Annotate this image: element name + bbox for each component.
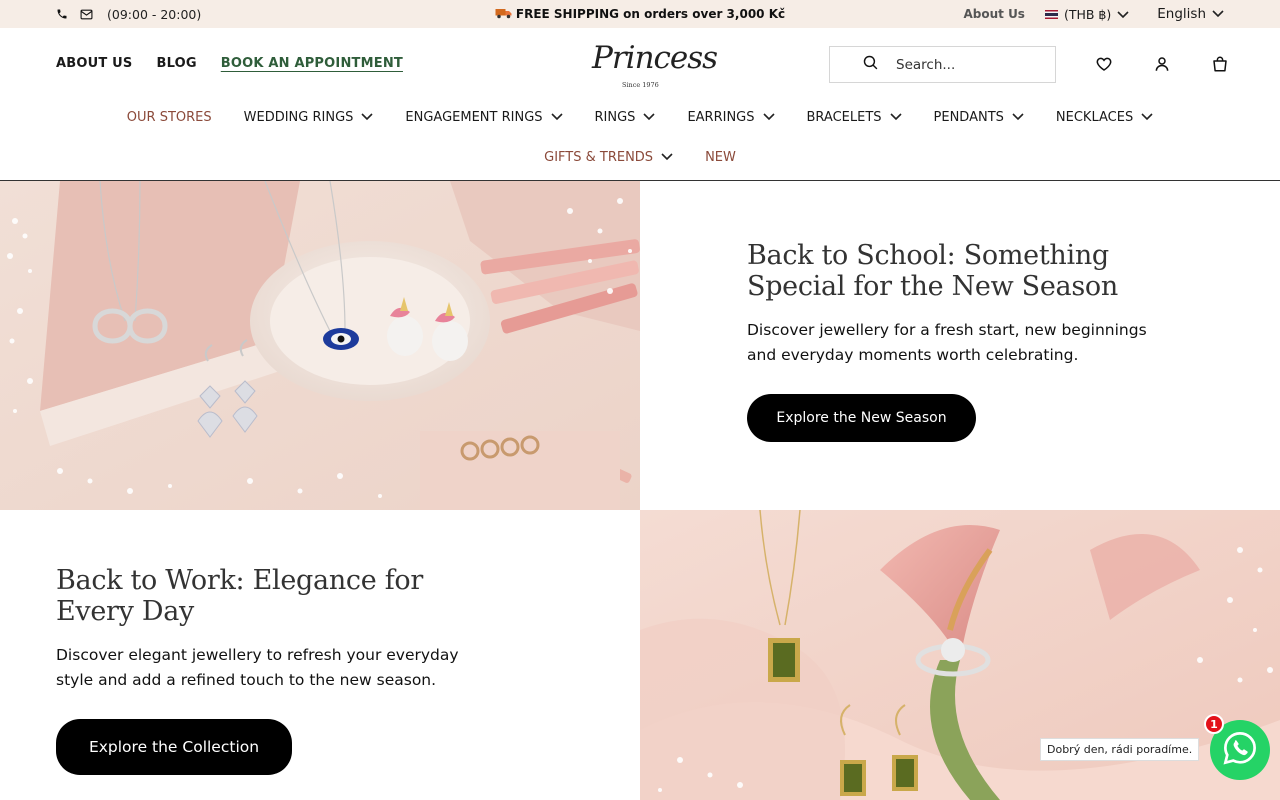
site-header: ABOUT US BLOG BOOK AN APPOINTMENT Prince… (0, 28, 1280, 181)
menu-label: GIFTS & TRENDS (544, 150, 654, 165)
chat-notification-badge: 1 (1204, 714, 1224, 734)
about-us-link[interactable]: About Us (963, 7, 1024, 21)
menu-label: NEW (705, 150, 736, 165)
chat-greeting[interactable]: Dobrý den, rádi poradíme. (1040, 738, 1200, 761)
search-icon (862, 54, 879, 75)
promo-title: Back to School: Something Special for th… (747, 240, 1118, 302)
search-placeholder: Search... (896, 56, 956, 73)
menu-label: RINGS (594, 110, 636, 125)
phone-icon[interactable] (56, 8, 68, 20)
menu-label: PENDANTS (933, 110, 1004, 125)
user-icon[interactable] (1153, 55, 1171, 73)
whatsapp-icon (1222, 730, 1258, 770)
main-menu-row-2: GIFTS & TRENDS NEW (0, 150, 1280, 165)
princess-logo[interactable]: Princess Since 1976 (588, 40, 718, 92)
promo-description: Discover elegant jewellery to refresh yo… (56, 646, 459, 689)
contact-info: (09:00 - 20:00) (56, 0, 201, 28)
chevron-down-icon (762, 110, 775, 125)
menu-bracelets[interactable]: BRACELETS (807, 110, 902, 125)
chevron-down-icon (1141, 110, 1153, 125)
main-menu: OUR STORES WEDDING RINGS ENGAGEMENT RING… (0, 110, 1280, 125)
logo-since: Since 1976 (622, 81, 659, 89)
menu-engagement-rings[interactable]: ENGAGEMENT RINGS (405, 110, 563, 125)
nav-book-appointment[interactable]: BOOK AN APPOINTMENT (221, 56, 403, 71)
menu-label: NECKLACES (1055, 110, 1134, 125)
currency-selector[interactable]: (THB ฿) (1044, 6, 1129, 22)
promo-description: Discover jewellery for a fresh start, ne… (747, 321, 1147, 364)
header-nav: ABOUT US BLOG BOOK AN APPOINTMENT (56, 56, 403, 71)
logo-wordmark: Princess (592, 40, 718, 76)
menu-gifts-trends[interactable]: GIFTS & TRENDS (544, 150, 673, 165)
chevron-down-icon (361, 110, 373, 125)
chevron-down-icon (1117, 7, 1129, 22)
menu-label: EARRINGS (687, 110, 755, 125)
thai-flag-icon (1044, 9, 1058, 19)
header-icons (1095, 55, 1229, 73)
menu-label: BRACELETS (806, 110, 882, 125)
opening-hours: (09:00 - 20:00) (107, 6, 202, 22)
menu-necklaces[interactable]: NECKLACES (1056, 110, 1153, 125)
chevron-down-icon (550, 110, 563, 125)
menu-label: ENGAGEMENT RINGS (405, 110, 543, 125)
menu-label: OUR STORES (126, 110, 212, 125)
language-label: English (1157, 6, 1206, 22)
shopping-bag-icon[interactable] (1211, 55, 1229, 73)
language-selector[interactable]: English (1157, 6, 1224, 22)
nav-blog[interactable]: BLOG (157, 56, 197, 71)
currency-label: (THB ฿) (1063, 6, 1112, 22)
explore-new-season-button[interactable]: Explore the New Season (747, 394, 976, 442)
menu-rings[interactable]: RINGS (595, 110, 656, 125)
chevron-down-icon (661, 150, 673, 165)
menu-our-stores[interactable]: OUR STORES (127, 110, 212, 125)
chevron-down-icon (1012, 110, 1024, 125)
shipping-text: FREE SHIPPING on orders over 3,000 Kč (515, 7, 786, 21)
promo-title: Back to Work: Elegance for Every Day (56, 565, 423, 627)
promo-back-to-school: Back to School: Something Special for th… (747, 240, 1167, 368)
back-to-school-image[interactable] (0, 181, 640, 510)
top-bar: (09:00 - 20:00) FREE SHIPPING on orders … (0, 0, 1280, 28)
menu-wedding-rings[interactable]: WEDDING RINGS (244, 110, 374, 125)
nav-about-us[interactable]: ABOUT US (56, 56, 133, 71)
chevron-down-icon (1212, 6, 1224, 22)
heart-icon[interactable] (1095, 55, 1113, 73)
explore-collection-button[interactable]: Explore the Collection (56, 719, 292, 775)
menu-label: WEDDING RINGS (243, 110, 354, 125)
truck-icon (495, 7, 512, 22)
promo-back-to-work: Back to Work: Elegance for Every Day Dis… (56, 565, 496, 693)
chevron-down-icon (643, 110, 656, 125)
menu-earrings[interactable]: EARRINGS (687, 110, 775, 125)
chevron-down-icon (889, 110, 902, 125)
search-input[interactable]: Search... (829, 46, 1056, 83)
menu-new[interactable]: NEW (705, 150, 736, 165)
mail-icon[interactable] (80, 9, 93, 20)
menu-pendants[interactable]: PENDANTS (934, 110, 1024, 125)
